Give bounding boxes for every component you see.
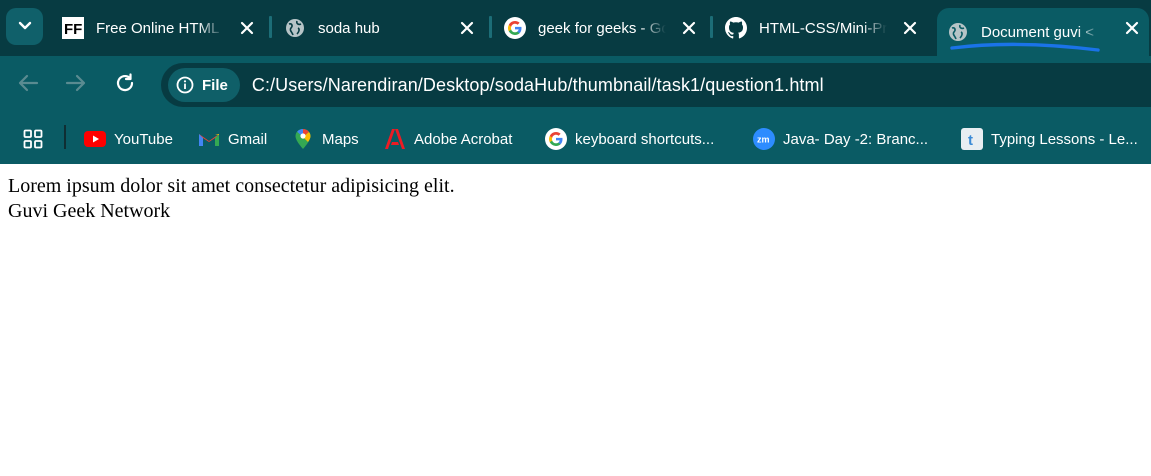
tab-free-online-html-editor[interactable]: FF Free Online HTML Editor	[52, 8, 264, 48]
bookmark-label: YouTube	[114, 130, 173, 148]
chip-label: File	[202, 76, 228, 94]
reload-icon	[114, 72, 136, 99]
bookmark-label: Typing Lessons - Le...	[991, 130, 1138, 148]
gmail-icon	[198, 128, 220, 150]
bookmark-label: keyboard shortcuts...	[575, 130, 715, 148]
tab-html-css-mini-projects[interactable]: HTML-CSS/Mini-Projects	[715, 8, 927, 48]
back-button[interactable]	[14, 71, 42, 99]
tab-title: Free Online HTML Editor	[96, 19, 224, 37]
close-icon[interactable]	[899, 17, 921, 39]
site-info-chip[interactable]: File	[168, 68, 240, 102]
reload-button[interactable]	[111, 71, 139, 99]
close-icon[interactable]	[678, 17, 700, 39]
typing-icon: t	[961, 128, 983, 150]
github-icon	[725, 17, 747, 39]
url-text[interactable]: C:/Users/Narendiran/Desktop/sodaHub/thum…	[252, 75, 824, 96]
bookmark-maps[interactable]: Maps	[292, 124, 359, 154]
forward-button[interactable]	[62, 71, 90, 99]
maps-icon	[292, 128, 314, 150]
address-bar[interactable]: File C:/Users/Narendiran/Desktop/sodaHub…	[161, 63, 1151, 107]
bookmark-label: Maps	[322, 130, 359, 148]
svg-text:zm: zm	[757, 135, 770, 145]
info-icon	[176, 76, 194, 94]
google-icon	[545, 128, 567, 150]
tab-title: Document guvi <	[981, 23, 1094, 41]
browser-toolbar: File C:/Users/Narendiran/Desktop/sodaHub…	[0, 56, 1151, 114]
bookmark-java-day-2[interactable]: zm Java- Day -2: Branc...	[753, 124, 928, 154]
bookmark-label: Adobe Acrobat	[414, 130, 513, 148]
tab-strip: FF Free Online HTML Editor soda hub geek…	[0, 0, 1151, 56]
youtube-icon	[84, 128, 106, 150]
lorem-text: Lorem ipsum dolor sit amet consectetur a…	[8, 175, 455, 197]
tab-separator	[710, 16, 713, 38]
acrobat-icon	[384, 128, 406, 150]
zoom-icon: zm	[753, 128, 775, 150]
tab-soda-hub[interactable]: soda hub	[274, 8, 484, 48]
bookmark-label: Gmail	[228, 130, 268, 148]
tab-separator	[489, 16, 492, 38]
bookmark-adobe-acrobat[interactable]: Adobe Acrobat	[384, 124, 512, 154]
tab-title: HTML-CSS/Mini-Projects	[759, 19, 887, 37]
apps-grid-icon	[22, 128, 44, 150]
svg-text:FF: FF	[64, 21, 82, 38]
bookmarks-bar: YouTube Gmail Maps Adobe Acrobat keyboar…	[0, 114, 1151, 164]
close-icon[interactable]	[236, 17, 258, 39]
google-icon	[504, 17, 526, 39]
ff-icon: FF	[62, 17, 84, 39]
page-content: Lorem ipsum dolor sit amet consectetur a…	[8, 174, 455, 224]
bookmark-keyboard-shortcuts[interactable]: keyboard shortcuts...	[545, 124, 714, 154]
arrow-left-icon	[17, 73, 39, 98]
annotation-underline	[950, 42, 1100, 52]
bookmark-label: Java- Day -2: Branc...	[783, 130, 929, 148]
apps-button[interactable]	[22, 124, 52, 154]
globe-icon	[284, 17, 306, 39]
bookmark-youtube[interactable]: YouTube	[84, 124, 173, 154]
guvi-text: Guvi Geek Network	[8, 200, 171, 222]
close-icon[interactable]	[456, 17, 478, 39]
tab-title: geek for geeks - Google Search	[538, 19, 666, 37]
arrow-right-icon	[65, 73, 87, 98]
tab-search-button[interactable]	[6, 8, 43, 45]
bookmark-gmail[interactable]: Gmail	[198, 124, 267, 154]
close-icon[interactable]	[1121, 17, 1143, 39]
tab-title: soda hub	[318, 19, 380, 37]
tab-geek-for-geeks[interactable]: geek for geeks - Google Search	[494, 8, 706, 48]
chevron-down-icon	[18, 18, 32, 36]
svg-text:t: t	[968, 132, 973, 149]
tab-separator	[269, 16, 272, 38]
bookmark-typing-lessons[interactable]: t Typing Lessons - Le...	[961, 124, 1138, 154]
bookmarks-separator	[64, 125, 66, 149]
